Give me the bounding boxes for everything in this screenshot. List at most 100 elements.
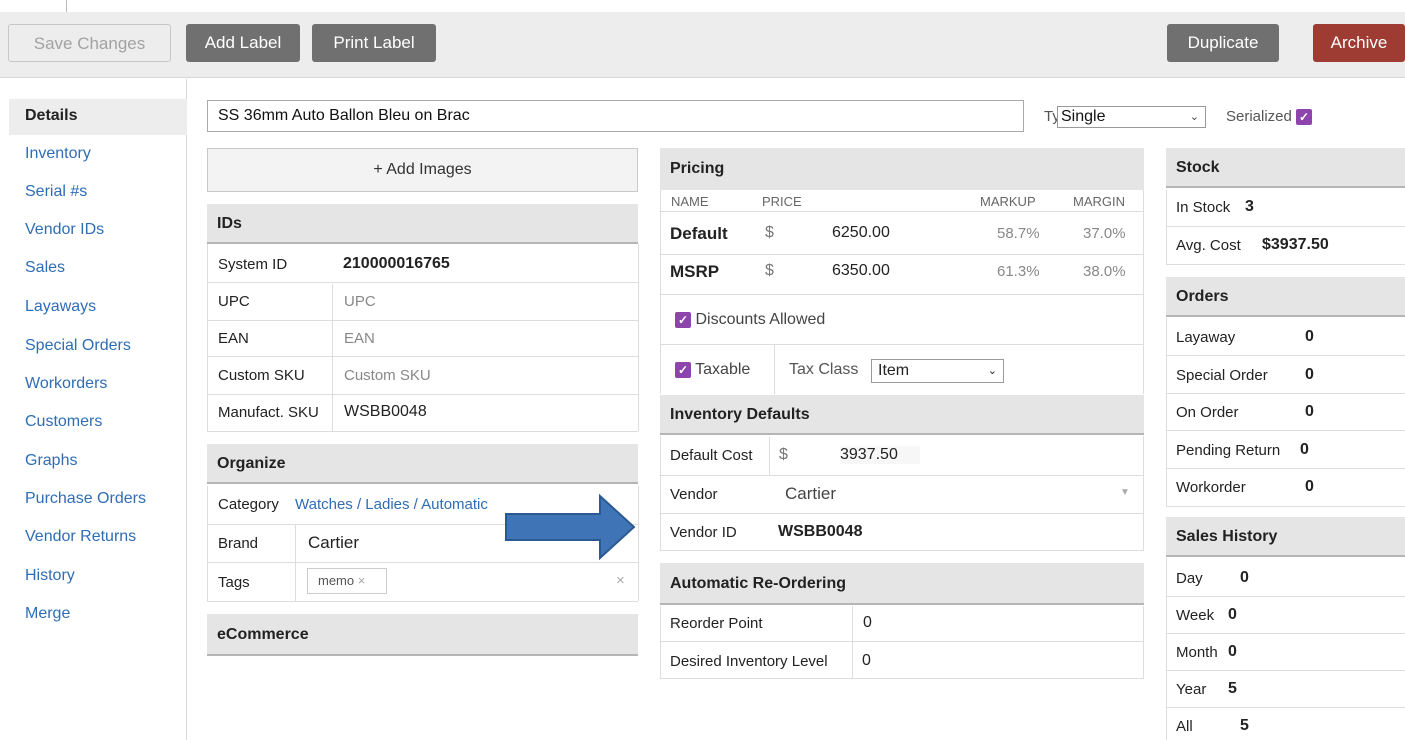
category-label: Category [218, 496, 279, 513]
price-currency: $ [765, 262, 774, 279]
ean-input[interactable]: EAN [344, 330, 375, 347]
reorder-panel-title: Automatic Re-Ordering [660, 563, 1144, 605]
discounts-allowed-row[interactable]: ✓ Discounts Allowed [675, 311, 825, 329]
arrow-annotation [505, 493, 636, 561]
sidebar-item-merge[interactable]: Merge [25, 605, 70, 623]
serialized-checkbox[interactable]: ✓ [1296, 109, 1313, 126]
sidebar-item-vendor-ids[interactable]: Vendor IDs [25, 221, 104, 239]
price-markup: 58.7% [997, 225, 1040, 242]
orders-row-value: 0 [1305, 403, 1314, 420]
vendor-label: Vendor [670, 486, 718, 503]
sidebar-item-history[interactable]: History [25, 567, 75, 585]
price-margin: 38.0% [1083, 263, 1126, 280]
vendor-id-value: WSBB0048 [778, 523, 863, 540]
vendor-id-label: Vendor ID [670, 524, 737, 541]
serialized-label: Serialized ✓ [1226, 108, 1313, 126]
orders-row-value: 0 [1305, 366, 1314, 383]
sidebar-item-customers[interactable]: Customers [25, 413, 102, 431]
tag-chip: memo × [307, 568, 387, 594]
print-label-button[interactable]: Print Label [312, 24, 436, 62]
sales-history-label: Week [1176, 607, 1215, 624]
item-name-input[interactable]: SS 36mm Auto Ballon Bleu on Brac [207, 100, 1024, 132]
price-msrp-input[interactable]: 6350.00 [832, 262, 890, 280]
price-default-input[interactable]: 6250.00 [832, 224, 890, 242]
inventory-defaults-title: Inventory Defaults [660, 395, 1144, 435]
desired-level-label: Desired Inventory Level [670, 653, 828, 670]
sidebar-item-layaways[interactable]: Layaways [25, 298, 96, 316]
close-icon[interactable]: × [358, 573, 366, 588]
type-select[interactable]: Single ⌄ [1057, 106, 1206, 128]
ids-panel-title: IDs [207, 204, 638, 244]
check-icon: ✓ [675, 361, 691, 378]
price-margin: 37.0% [1083, 225, 1126, 242]
pricing-header-name: NAME [671, 194, 709, 209]
pricing-header-margin: MARGIN [1073, 194, 1125, 209]
sales-history-label: Month [1176, 644, 1218, 661]
add-label-button[interactable]: Add Label [186, 24, 300, 62]
upc-input[interactable]: UPC [344, 293, 376, 310]
category-link[interactable]: Watches / Ladies / Automatic [295, 496, 488, 513]
desired-level-input[interactable]: 0 [862, 652, 871, 670]
default-cost-input[interactable]: 3937.50 [840, 446, 920, 464]
orders-row-label: On Order [1176, 404, 1239, 421]
tags-label: Tags [218, 574, 250, 591]
system-id-value: 210000016765 [343, 255, 450, 272]
sidebar-item-inventory[interactable]: Inventory [25, 145, 91, 163]
check-icon: ✓ [675, 311, 691, 328]
sidebar-item-workorders[interactable]: Workorders [25, 375, 107, 393]
sales-history-value: 0 [1240, 569, 1249, 586]
pricing-header-markup: MARKUP [980, 194, 1036, 209]
chevron-down-icon: ▼ [1120, 487, 1130, 498]
orders-row-label: Pending Return [1176, 442, 1281, 459]
manufact-sku-input[interactable]: WSBB0048 [344, 403, 427, 421]
chevron-down-icon: ⌄ [1189, 111, 1199, 123]
price-markup: 61.3% [997, 263, 1040, 280]
price-currency: $ [765, 224, 774, 241]
toolbar: Save Changes Add Label Print Label Dupli… [0, 12, 1405, 78]
avg-cost-value: $3937.50 [1262, 236, 1329, 253]
sales-history-label: Year [1176, 681, 1207, 698]
sidebar-item-sales[interactable]: Sales [25, 259, 65, 277]
tax-class-label: Tax Class [789, 361, 859, 378]
default-cost-currency: $ [779, 446, 788, 463]
sales-history-value: 5 [1240, 717, 1249, 734]
brand-select[interactable]: Cartier [308, 533, 359, 553]
save-changes-button[interactable]: Save Changes [8, 24, 171, 62]
add-images-button[interactable]: + Add Images [207, 148, 638, 192]
sidebar-item-serials[interactable]: Serial #s [25, 183, 87, 201]
orders-panel-title: Orders [1166, 277, 1405, 317]
sales-history-value: 0 [1228, 643, 1237, 660]
sales-history-label: Day [1176, 570, 1203, 587]
tax-class-select[interactable]: Item ⌄ [871, 359, 1004, 383]
custom-sku-input[interactable]: Custom SKU [344, 367, 431, 384]
upc-label: UPC [218, 293, 250, 310]
brand-label: Brand [218, 535, 259, 552]
type-value: Single [1061, 108, 1106, 125]
taxable-row[interactable]: ✓ Taxable [675, 361, 750, 379]
sidebar-item-special-orders[interactable]: Special Orders [25, 337, 131, 355]
sales-history-title: Sales History [1166, 517, 1405, 557]
sales-history-value: 0 [1228, 606, 1237, 623]
system-id-label: System ID [218, 256, 288, 273]
orders-row-label: Layaway [1176, 329, 1236, 346]
manufact-sku-label: Manufact. SKU [218, 404, 319, 421]
archive-button[interactable]: Archive [1313, 24, 1405, 62]
price-row-name: MSRP [670, 262, 720, 281]
avg-cost-label: Avg. Cost [1176, 237, 1241, 254]
sidebar-item-details[interactable]: Details [25, 107, 77, 125]
reorder-point-label: Reorder Point [670, 615, 763, 632]
duplicate-button[interactable]: Duplicate [1167, 24, 1279, 62]
sidebar-item-graphs[interactable]: Graphs [25, 452, 77, 470]
sidebar: Details Inventory Serial #s Vendor IDs S… [0, 79, 187, 740]
sidebar-item-vendor-returns[interactable]: Vendor Returns [25, 528, 136, 546]
reorder-point-input[interactable]: 0 [863, 614, 872, 632]
default-cost-label: Default Cost [670, 447, 753, 464]
vendor-select[interactable]: Cartier [785, 484, 836, 504]
sales-history-label: All [1176, 718, 1193, 735]
orders-row-label: Workorder [1176, 479, 1246, 496]
ecommerce-panel-title[interactable]: eCommerce [207, 614, 638, 656]
pricing-panel-title: Pricing [660, 148, 1144, 190]
tags-clear-icon[interactable]: × [616, 572, 625, 589]
orders-row-label: Special Order [1176, 367, 1268, 384]
sidebar-item-purchase-orders[interactable]: Purchase Orders [25, 490, 146, 508]
